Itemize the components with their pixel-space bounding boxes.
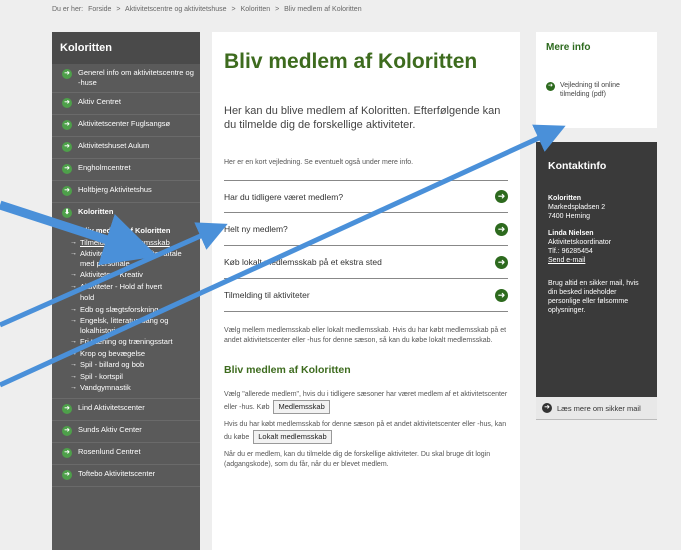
secure-mail-link[interactable]: ➜ Læs mere om sikker mail bbox=[536, 397, 657, 420]
arrow-right-icon: ➜ bbox=[542, 403, 552, 413]
page-title: Bliv medlem af Koloritten bbox=[224, 50, 478, 73]
arrow-right-icon: → bbox=[70, 349, 77, 357]
subnav-item-hold-af-hvert[interactable]: → Aktiviteter - Hold af hvert bbox=[52, 281, 200, 293]
arrow-right-icon: → bbox=[70, 372, 77, 380]
arrow-right-icon: ➜ bbox=[62, 120, 72, 130]
arrow-right-icon: → bbox=[70, 384, 77, 391]
subnav-item-aktivitet-traening[interactable]: → Aktivitet og træning efter aftale med p… bbox=[52, 248, 200, 269]
faq-item-lokalt-medlemsskab[interactable]: Køb lokalt medlemsskab på et ekstra sted… bbox=[224, 246, 508, 279]
sidebar-subnav: → Bliv medlem af Koloritten → Tilmelding t… bbox=[52, 225, 200, 399]
arrow-right-icon: → bbox=[70, 317, 77, 324]
paragraph-medlem: Vælg "allerede medlem", hvis du i tidlig… bbox=[224, 390, 508, 414]
arrow-right-icon: ➜ bbox=[62, 186, 72, 196]
arrow-right-icon: ➜ bbox=[62, 164, 72, 174]
sidebar-item-fuglsangso[interactable]: ➜ Aktivitetscenter Fuglsangsø bbox=[52, 115, 200, 137]
arrow-down-icon: ⬇ bbox=[62, 208, 72, 218]
arrow-right-icon: ➜ bbox=[62, 142, 72, 152]
sidebar-item-engholmcentret[interactable]: ➜ Engholmcentret bbox=[52, 159, 200, 181]
medlemsskab-button[interactable]: Medlemsskab bbox=[273, 400, 330, 414]
breadcrumb-current: Bliv medlem af Koloritten bbox=[284, 6, 362, 13]
breadcrumb-item[interactable]: Koloritten bbox=[241, 6, 271, 13]
arrow-right-icon: ➜ bbox=[62, 98, 72, 108]
subnav-item-tilmelding-medlemsskab[interactable]: → Tilmelding til medlemsskab bbox=[52, 237, 200, 249]
arrow-right-icon: ➜ bbox=[62, 447, 72, 458]
sidebar-item-aktiv-centret[interactable]: ➜ Aktiv Centret bbox=[52, 93, 200, 115]
sidebar-item-koloritten[interactable]: ⬇ Koloritten bbox=[52, 203, 200, 225]
choose-text: Vælg mellem medlemsskab eller lokalt med… bbox=[224, 327, 507, 344]
breadcrumb-prefix: Du er her: bbox=[52, 6, 84, 13]
breadcrumb-item[interactable]: Forside bbox=[88, 6, 111, 13]
breadcrumb: Du er her: Forside > Aktivitetscentre og… bbox=[52, 6, 365, 13]
subnav-item-fri-traening[interactable]: → Fri træning og træningsstart bbox=[52, 336, 200, 348]
sidebar-item-generel-info[interactable]: ➜ Generel info om aktivitetscentre og -hu… bbox=[52, 64, 200, 93]
mere-info-title: Mere info bbox=[546, 42, 591, 53]
faq-item-tidligere-medlem[interactable]: Har du tidligere været medlem? ➜ bbox=[224, 180, 508, 213]
vejledning-link[interactable]: ➜ Vejledning til online tilmelding (pdf) bbox=[546, 81, 647, 99]
sidebar-item-holtbjerg[interactable]: ➜ Holtbjerg Aktivitetshus bbox=[52, 181, 200, 203]
arrow-right-icon: → bbox=[70, 282, 77, 290]
arrow-right-icon: → bbox=[70, 271, 77, 278]
sidebar: Koloritten ➜ Generel info om aktivitetsce… bbox=[52, 32, 200, 550]
arrow-right-icon: ➜ bbox=[495, 255, 508, 269]
arrow-right-icon: ➜ bbox=[62, 403, 72, 414]
arrow-right-icon: → bbox=[70, 238, 77, 246]
arrow-right-icon: ➜ bbox=[62, 469, 72, 480]
sidebar-item-aulum[interactable]: ➜ Aktivitetshuset Aulum bbox=[52, 137, 200, 159]
secure-mail-text: Brug altid en sikker mail, hvis din besk… bbox=[548, 280, 639, 314]
main-content: Bliv medlem af Koloritten Her kan du bli… bbox=[212, 32, 520, 550]
guide-text: Her er en kort vejledning. Se eventuelt … bbox=[224, 159, 414, 166]
arrow-right-icon: ➜ bbox=[62, 425, 72, 436]
subnav-item-kreativ[interactable]: → Aktiviteter - Kreativ bbox=[52, 269, 200, 281]
arrow-right-icon: ➜ bbox=[62, 69, 72, 79]
sidebar-item-lind[interactable]: ➜ Lind Aktivitetscenter bbox=[52, 399, 200, 421]
kontaktinfo-box: Kontaktinfo Koloritten Markedspladsen 2 … bbox=[536, 142, 657, 397]
subnav-item-bliv-medlem[interactable]: → Bliv medlem af Koloritten bbox=[52, 225, 200, 237]
sidebar-title: Koloritten bbox=[52, 32, 200, 64]
arrow-right-icon: ➜ bbox=[495, 190, 508, 203]
arrow-right-icon: → bbox=[70, 338, 77, 345]
arrow-right-icon: ➜ bbox=[495, 222, 508, 236]
section-title: Bliv medlem af Koloritten bbox=[224, 364, 351, 376]
arrow-right-icon: → bbox=[70, 305, 77, 313]
subnav-item-kortspil[interactable]: → Spil - kortspil bbox=[52, 371, 200, 383]
breadcrumb-item[interactable]: Aktivitetscentre og aktivitetshuse bbox=[125, 6, 227, 13]
breadcrumb-separator: > bbox=[231, 6, 236, 13]
arrow-right-icon: → bbox=[70, 361, 77, 368]
contact-person-block: Linda Nielsen Aktivitetskoordinator Tlf.… bbox=[548, 230, 612, 264]
sidebar-item-rosenlund[interactable]: ➜ Rosenlund Centret bbox=[52, 443, 200, 465]
paragraph-lokalt: Hvis du har købt medlemsskab for denne s… bbox=[224, 420, 508, 444]
sidebar-item-sunds[interactable]: ➜ Sunds Aktiv Center bbox=[52, 421, 200, 443]
lokalt-medlemsskab-button[interactable]: Lokalt medlemsskab bbox=[253, 430, 332, 444]
breadcrumb-separator: > bbox=[116, 6, 121, 13]
paragraph-login: Når du er medlem, kan du tilmelde dig de… bbox=[224, 451, 491, 468]
intro-text: Her kan du blive medlem af Koloritten. E… bbox=[224, 105, 501, 131]
subnav-item-edb[interactable]: → Edb og slægtsforskning bbox=[52, 304, 200, 316]
sidebar-item-toftebo[interactable]: ➜ Toftebo Aktivitetscenter bbox=[52, 465, 200, 487]
arrow-right-icon: → bbox=[70, 227, 77, 234]
subnav-item-krop[interactable]: → Krop og bevægelse bbox=[52, 348, 200, 360]
arrow-right-icon: ➜ bbox=[495, 288, 508, 302]
kontaktinfo-title: Kontaktinfo bbox=[548, 160, 607, 172]
subnav-item-vandgymnastik[interactable]: → Vandgymnastik bbox=[52, 382, 200, 394]
send-email-link[interactable]: Send e-mail bbox=[548, 257, 585, 264]
subnav-item-billard[interactable]: → Spil - billard og bob bbox=[52, 359, 200, 371]
address-block: Koloritten Markedspladsen 2 7400 Herning bbox=[548, 195, 606, 220]
faq-item-tilmelding-aktiviteter[interactable]: Tilmelding til aktiviteter ➜ bbox=[224, 279, 508, 312]
breadcrumb-separator: > bbox=[275, 6, 280, 13]
mere-info-box: Mere info ➜ Vejledning til online tilmel… bbox=[536, 32, 657, 128]
faq-item-ny-medlem[interactable]: Helt ny medlem? ➜ bbox=[224, 213, 508, 246]
right-column: Mere info ➜ Vejledning til online tilmel… bbox=[536, 32, 657, 420]
arrow-right-icon: ➜ bbox=[546, 82, 555, 91]
arrow-right-icon: → bbox=[70, 250, 77, 257]
subnav-item-hold[interactable]: hold bbox=[52, 292, 200, 304]
faq-list: Har du tidligere været medlem? ➜ Helt ny … bbox=[224, 180, 508, 312]
subnav-item-engelsk[interactable]: → Engelsk, litteratur, sang og lokalhisto… bbox=[52, 315, 200, 336]
